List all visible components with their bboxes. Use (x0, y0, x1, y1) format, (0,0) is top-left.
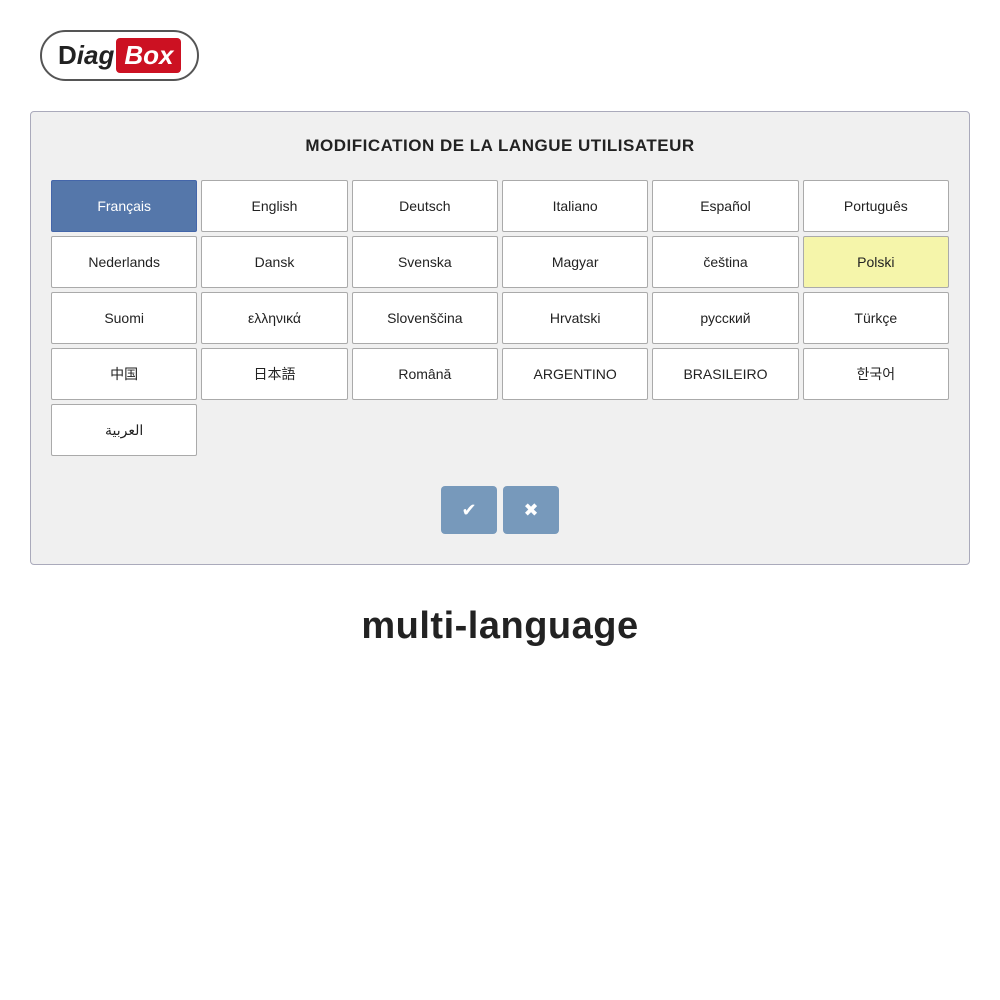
action-buttons: ✔ ✖ (51, 486, 949, 534)
lang-btn-suomi[interactable]: Suomi (51, 292, 197, 344)
lang-btn-zhongguo[interactable]: 中国 (51, 348, 197, 400)
lang-btn-portugues[interactable]: Português (803, 180, 949, 232)
page-wrapper: Diag Box MODIFICATION DE LA LANGUE UTILI… (0, 0, 1000, 1000)
lang-btn-nederlands[interactable]: Nederlands (51, 236, 197, 288)
lang-btn-brasileiro[interactable]: BRASILEIRO (652, 348, 798, 400)
lang-btn-cestina[interactable]: čeština (652, 236, 798, 288)
lang-btn-magyar[interactable]: Magyar (502, 236, 648, 288)
lang-btn-english[interactable]: English (201, 180, 347, 232)
lang-btn-slovenscina[interactable]: Slovenščina (352, 292, 498, 344)
lang-btn-nihongo[interactable]: 日本語 (201, 348, 347, 400)
header: Diag Box (0, 0, 1000, 101)
lang-btn-ellinika[interactable]: ελληνικά (201, 292, 347, 344)
lang-btn-argentino[interactable]: ARGENTINO (502, 348, 648, 400)
lang-btn-arabic[interactable]: العربية (51, 404, 197, 456)
dialog: MODIFICATION DE LA LANGUE UTILISATEUR Fr… (30, 111, 970, 565)
dialog-title: MODIFICATION DE LA LANGUE UTILISATEUR (51, 136, 949, 156)
logo-box: Box (116, 38, 181, 73)
lang-btn-russkiy[interactable]: русский (652, 292, 798, 344)
lang-btn-italiano[interactable]: Italiano (502, 180, 648, 232)
cancel-button[interactable]: ✖ (503, 486, 559, 534)
lang-btn-romana[interactable]: Română (352, 348, 498, 400)
logo-container: Diag Box (40, 30, 199, 81)
logo-diag: Diag (58, 40, 114, 71)
lang-btn-turkce[interactable]: Türkçe (803, 292, 949, 344)
lang-btn-deutsch[interactable]: Deutsch (352, 180, 498, 232)
lang-btn-espanol[interactable]: Español (652, 180, 798, 232)
language-grid: FrançaisEnglishDeutschItalianoEspañolPor… (51, 180, 949, 456)
lang-btn-korean[interactable]: 한국어 (803, 348, 949, 400)
lang-btn-dansk[interactable]: Dansk (201, 236, 347, 288)
confirm-button[interactable]: ✔ (441, 486, 497, 534)
lang-btn-hrvatski[interactable]: Hrvatski (502, 292, 648, 344)
lang-btn-polski[interactable]: Polski (803, 236, 949, 288)
lang-btn-svenska[interactable]: Svenska (352, 236, 498, 288)
footer-caption: multi-language (361, 605, 638, 648)
lang-btn-francais[interactable]: Français (51, 180, 197, 232)
